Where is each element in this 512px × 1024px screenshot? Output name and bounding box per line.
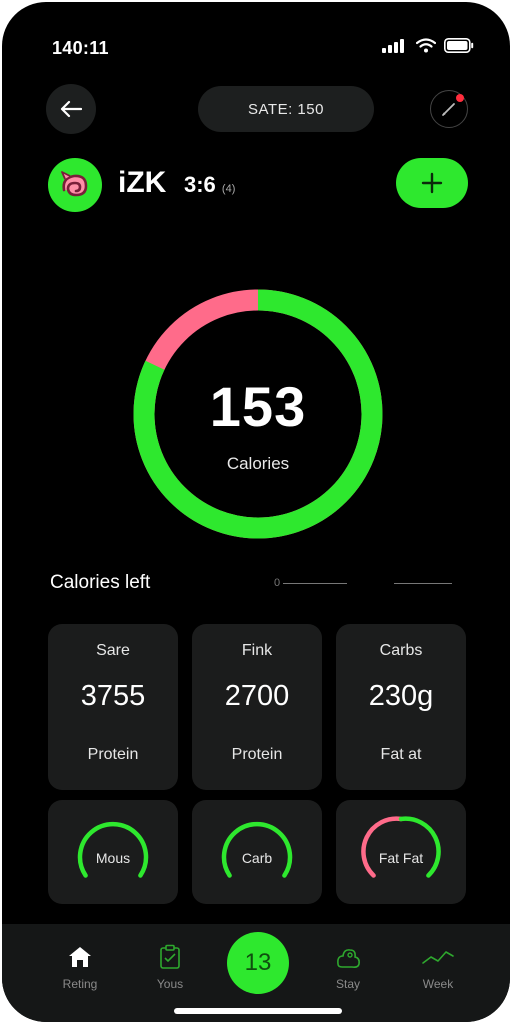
top-bar: SATE: 150: [2, 84, 510, 134]
home-indicator: [174, 1008, 342, 1014]
calorie-value: 153: [209, 375, 307, 438]
stat-card-value: 3755: [80, 680, 146, 712]
fox-icon: [61, 171, 88, 197]
gauge-label: Carb: [241, 850, 273, 866]
bottom-nav: Reting Yous 13 Stay Week: [2, 924, 510, 1022]
stat-card-title: Fink: [241, 642, 273, 659]
gauge-arc-path: [398, 816, 441, 878]
calorie-ring: 153 Calories: [132, 288, 384, 540]
date-label: SATE: 150: [248, 100, 324, 118]
legend-line: [394, 583, 452, 584]
profile-stat-unit: (4): [221, 183, 236, 195]
back-button[interactable]: [46, 84, 96, 134]
stat-card-title: Carbs: [379, 642, 423, 659]
center-action-value: 13: [244, 949, 272, 976]
nav-item-reting[interactable]: Reting: [42, 942, 118, 991]
stat-card-sub: Protein: [231, 746, 283, 763]
nav-item-week[interactable]: Week: [400, 942, 476, 991]
gauge-label: Fat Fat: [378, 850, 424, 866]
nav-item-yous[interactable]: Yous: [132, 942, 208, 991]
section-header: Calories left 0: [2, 570, 510, 600]
gauge-arc-path: [361, 816, 404, 878]
trend-icon: [422, 951, 454, 964]
notification-dot: [456, 94, 464, 102]
macro-gauge-card[interactable]: Mous: [48, 800, 178, 904]
profile-name: iZK: [118, 166, 167, 199]
stat-card-sub: Fat at: [380, 746, 422, 763]
legend-marker-a: 0: [274, 577, 348, 589]
battery-icon: [444, 38, 474, 53]
stat-card-title: Sare: [96, 642, 130, 659]
nav-label: Yous: [156, 977, 184, 991]
stat-card-value: 230g: [368, 680, 434, 712]
nav-label: Reting: [62, 977, 98, 991]
phone-screen: 140:11 SATE: 150 iZK 3:6 (4) 153 Calorie…: [2, 2, 510, 1022]
profile-stat: 3:6 (4): [184, 172, 235, 198]
nav-label: Stay: [335, 977, 360, 991]
stat-card-sub: Protein: [87, 746, 139, 763]
clipboard-icon: [160, 944, 180, 969]
wifi-icon: [416, 38, 436, 53]
nav-label: Week: [422, 977, 454, 991]
status-time: 140:11: [52, 38, 109, 58]
activity-icon: [337, 949, 360, 968]
center-action-button[interactable]: 13: [227, 932, 289, 994]
status-icons: [382, 38, 474, 53]
stat-card[interactable]: Sare 3755 Protein: [48, 624, 178, 790]
calorie-label: Calories: [226, 454, 290, 473]
avatar[interactable]: [48, 158, 102, 212]
legend-marker-b: [394, 583, 452, 584]
gauge-label: Mous: [95, 850, 131, 866]
home-icon: [69, 947, 91, 967]
status-bar: 140:11: [2, 32, 510, 62]
signal-icon: [382, 38, 404, 53]
profile-stat-value: 3:6: [184, 172, 216, 197]
stat-card[interactable]: Fink 2700 Protein: [192, 624, 322, 790]
legend-label: 0: [274, 577, 281, 589]
stat-card-value: 2700: [224, 680, 290, 712]
macro-gauge-card[interactable]: Fat Fat: [336, 800, 466, 904]
date-selector[interactable]: SATE: 150: [198, 86, 374, 132]
legend-line: [283, 582, 348, 584]
section-title: Calories left: [50, 572, 151, 593]
nav-item-stay[interactable]: Stay: [310, 942, 386, 991]
pencil-icon: [442, 103, 455, 116]
arrow-left-icon: [60, 100, 82, 118]
stat-card[interactable]: Carbs 230g Fat at: [336, 624, 466, 790]
edit-button[interactable]: [430, 90, 468, 128]
profile-row: iZK 3:6 (4): [2, 156, 510, 212]
macro-gauge-card[interactable]: Carb: [192, 800, 322, 904]
plus-icon: [421, 172, 443, 194]
add-button[interactable]: [396, 158, 468, 208]
